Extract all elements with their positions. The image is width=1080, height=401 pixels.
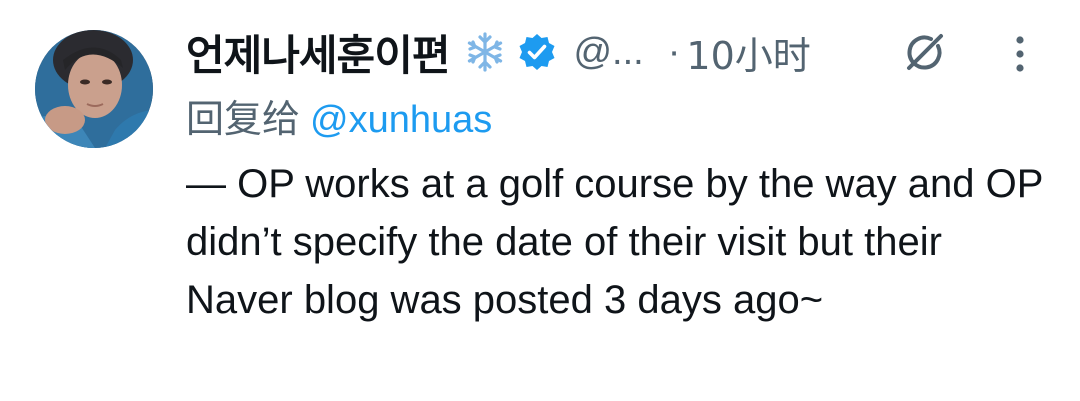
tweet[interactable]: 언제나세훈이편 @... · 10小时 回复给 @xunhuas — OP wo…	[0, 0, 1080, 401]
reply-context: 回复给 @xunhuas	[186, 88, 492, 143]
more-vertical-icon[interactable]	[1008, 32, 1032, 76]
verified-badge-icon[interactable]	[517, 32, 557, 72]
grok-icon[interactable]	[900, 27, 950, 77]
tweet-text: — OP works at a golf course by the way a…	[186, 162, 1043, 322]
reply-prefix: 回复给	[186, 97, 301, 141]
separator-dot: ·	[667, 30, 681, 73]
timestamp[interactable]: 10小时	[686, 25, 810, 80]
display-name[interactable]: 언제나세훈이편	[186, 22, 450, 83]
handle[interactable]: @...	[573, 31, 643, 74]
avatar[interactable]	[35, 30, 153, 148]
tweet-header: 언제나세훈이편 @... · 10小时	[186, 22, 811, 82]
snowflake-icon	[463, 30, 507, 74]
reply-mention-link[interactable]: @xunhuas	[310, 99, 492, 141]
